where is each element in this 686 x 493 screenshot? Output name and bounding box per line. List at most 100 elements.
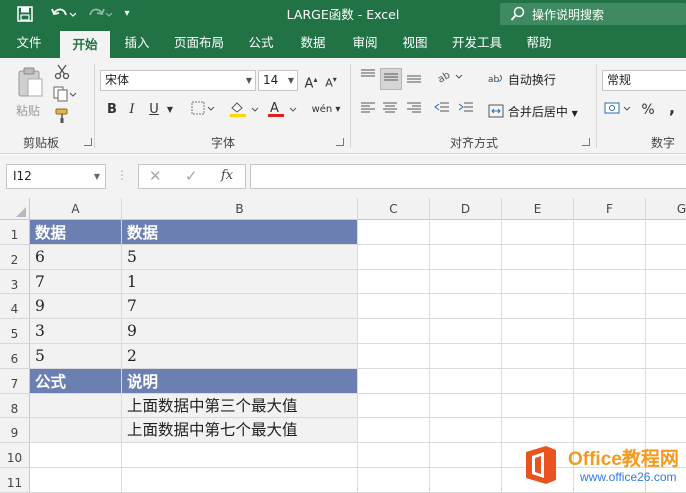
cell-b9[interactable]: 上面数据中第七个最大值 xyxy=(122,418,358,443)
cell-f8[interactable] xyxy=(574,394,646,418)
cell-f6[interactable] xyxy=(574,344,646,369)
drag-handle-icon[interactable]: ⋮ xyxy=(116,168,128,182)
cell-b2[interactable]: 5 xyxy=(122,245,358,270)
cell-c4[interactable] xyxy=(358,294,430,319)
row-header-11[interactable]: 11 xyxy=(0,468,30,493)
cell-d2[interactable] xyxy=(430,245,502,270)
cell-b4[interactable]: 7 xyxy=(122,294,358,319)
row-header-1[interactable]: 1 xyxy=(0,220,30,245)
cell-c5[interactable] xyxy=(358,319,430,344)
cell-e7[interactable] xyxy=(502,369,574,394)
cell-a1[interactable]: 数据 xyxy=(30,220,122,245)
cell-c11[interactable] xyxy=(358,468,430,493)
cell-a6[interactable]: 5 xyxy=(30,344,122,369)
cell-d3[interactable] xyxy=(430,270,502,294)
cell-e1[interactable] xyxy=(502,220,574,245)
align-center-icon[interactable] xyxy=(380,100,400,122)
cell-f5[interactable] xyxy=(574,319,646,344)
cell-e5[interactable] xyxy=(502,319,574,344)
cell-b11[interactable] xyxy=(122,468,358,493)
font-launcher[interactable] xyxy=(336,138,344,146)
cell-g4[interactable] xyxy=(646,294,686,319)
name-box[interactable]: I12 ▼ xyxy=(6,164,106,189)
cell-e3[interactable] xyxy=(502,270,574,294)
column-header-c[interactable]: C xyxy=(358,198,430,220)
cell-a8[interactable] xyxy=(30,394,122,418)
percent-button[interactable]: % xyxy=(640,100,656,122)
align-bottom-icon[interactable] xyxy=(404,68,424,90)
cell-a7[interactable]: 公式 xyxy=(30,369,122,394)
insert-function-icon[interactable]: fx xyxy=(221,168,233,183)
underline-button[interactable]: U xyxy=(146,100,162,122)
cell-d9[interactable] xyxy=(430,418,502,443)
cell-c1[interactable] xyxy=(358,220,430,245)
cell-d8[interactable] xyxy=(430,394,502,418)
row-header-2[interactable]: 2 xyxy=(0,245,30,270)
merge-center-button[interactable]: 合并后居中 ▼ xyxy=(488,102,578,124)
decrease-indent-icon[interactable] xyxy=(432,100,452,122)
column-header-e[interactable]: E xyxy=(502,198,574,220)
phonetic-button[interactable]: wén ▾ xyxy=(310,100,342,122)
cell-b7[interactable]: 说明 xyxy=(122,369,358,394)
cell-e8[interactable] xyxy=(502,394,574,418)
cell-g5[interactable] xyxy=(646,319,686,344)
tab-view[interactable]: 视图 xyxy=(394,28,436,58)
row-header-7[interactable]: 7 xyxy=(0,369,30,394)
tab-home[interactable]: 开始 xyxy=(60,31,110,58)
align-left-icon[interactable] xyxy=(358,100,378,122)
column-header-f[interactable]: F xyxy=(574,198,646,220)
cell-a4[interactable]: 9 xyxy=(30,294,122,319)
comma-button[interactable]: , xyxy=(664,98,680,120)
increase-font-icon[interactable]: A▴ xyxy=(302,70,320,92)
enter-icon[interactable]: ✓ xyxy=(185,167,198,185)
cell-g8[interactable] xyxy=(646,394,686,418)
cell-b8[interactable]: 上面数据中第三个最大值 xyxy=(122,394,358,418)
alignment-launcher[interactable] xyxy=(582,138,590,146)
cell-e6[interactable] xyxy=(502,344,574,369)
cell-b3[interactable]: 1 xyxy=(122,270,358,294)
select-all-corner[interactable] xyxy=(0,198,30,220)
tab-page-layout[interactable]: 页面布局 xyxy=(166,28,232,58)
format-painter-icon[interactable] xyxy=(52,108,72,130)
tab-review[interactable]: 审阅 xyxy=(344,28,386,58)
cell-c9[interactable] xyxy=(358,418,430,443)
cell-f3[interactable] xyxy=(574,270,646,294)
font-size-combo[interactable]: 14 ▼ xyxy=(258,70,298,91)
cell-a10[interactable] xyxy=(30,443,122,468)
cut-icon[interactable] xyxy=(52,64,72,86)
cancel-icon[interactable]: ✕ xyxy=(149,167,162,185)
column-header-a[interactable]: A xyxy=(30,198,122,220)
increase-indent-icon[interactable] xyxy=(456,100,476,122)
cell-c6[interactable] xyxy=(358,344,430,369)
cell-a3[interactable]: 7 xyxy=(30,270,122,294)
orientation-icon[interactable]: ab xyxy=(436,68,466,90)
row-header-10[interactable]: 10 xyxy=(0,443,30,468)
italic-button[interactable]: I xyxy=(124,100,140,122)
tab-file[interactable]: 文件 xyxy=(6,28,52,58)
cell-f4[interactable] xyxy=(574,294,646,319)
chevron-down-icon[interactable]: ▼ xyxy=(164,100,176,122)
formula-input[interactable] xyxy=(250,164,686,189)
cell-g3[interactable] xyxy=(646,270,686,294)
tell-me-search[interactable]: 操作说明搜索 xyxy=(500,3,686,25)
clipboard-launcher[interactable] xyxy=(84,138,92,146)
cell-c10[interactable] xyxy=(358,443,430,468)
cell-d1[interactable] xyxy=(430,220,502,245)
row-header-9[interactable]: 9 xyxy=(0,418,30,443)
cell-f1[interactable] xyxy=(574,220,646,245)
decrease-font-icon[interactable]: A▾ xyxy=(322,70,340,92)
cell-d10[interactable] xyxy=(430,443,502,468)
tab-insert[interactable]: 插入 xyxy=(116,28,158,58)
cell-a11[interactable] xyxy=(30,468,122,493)
borders-icon[interactable] xyxy=(190,100,216,122)
align-right-icon[interactable] xyxy=(404,100,424,122)
cell-a5[interactable]: 3 xyxy=(30,319,122,344)
column-header-g[interactable]: G xyxy=(646,198,686,220)
cell-f7[interactable] xyxy=(574,369,646,394)
cell-a9[interactable] xyxy=(30,418,122,443)
column-header-b[interactable]: B xyxy=(122,198,358,220)
row-header-6[interactable]: 6 xyxy=(0,344,30,369)
cell-c3[interactable] xyxy=(358,270,430,294)
cell-d7[interactable] xyxy=(430,369,502,394)
tab-data[interactable]: 数据 xyxy=(292,28,334,58)
